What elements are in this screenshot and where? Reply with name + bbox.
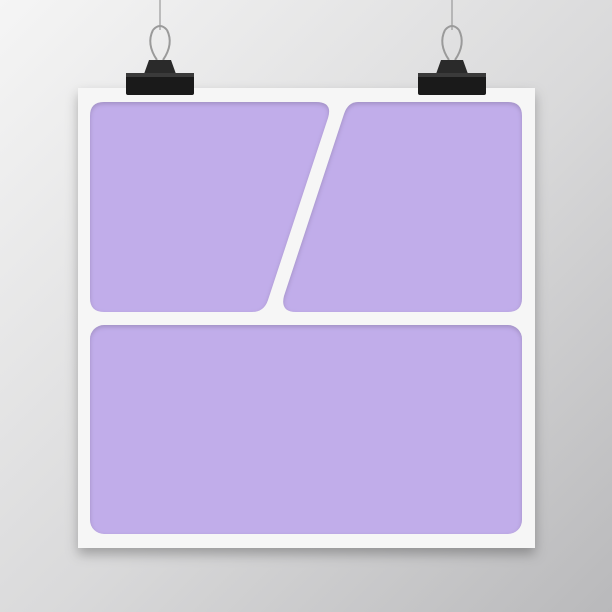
photo-collage-scene	[0, 0, 612, 612]
photo-panel-bottom[interactable]	[90, 325, 522, 534]
